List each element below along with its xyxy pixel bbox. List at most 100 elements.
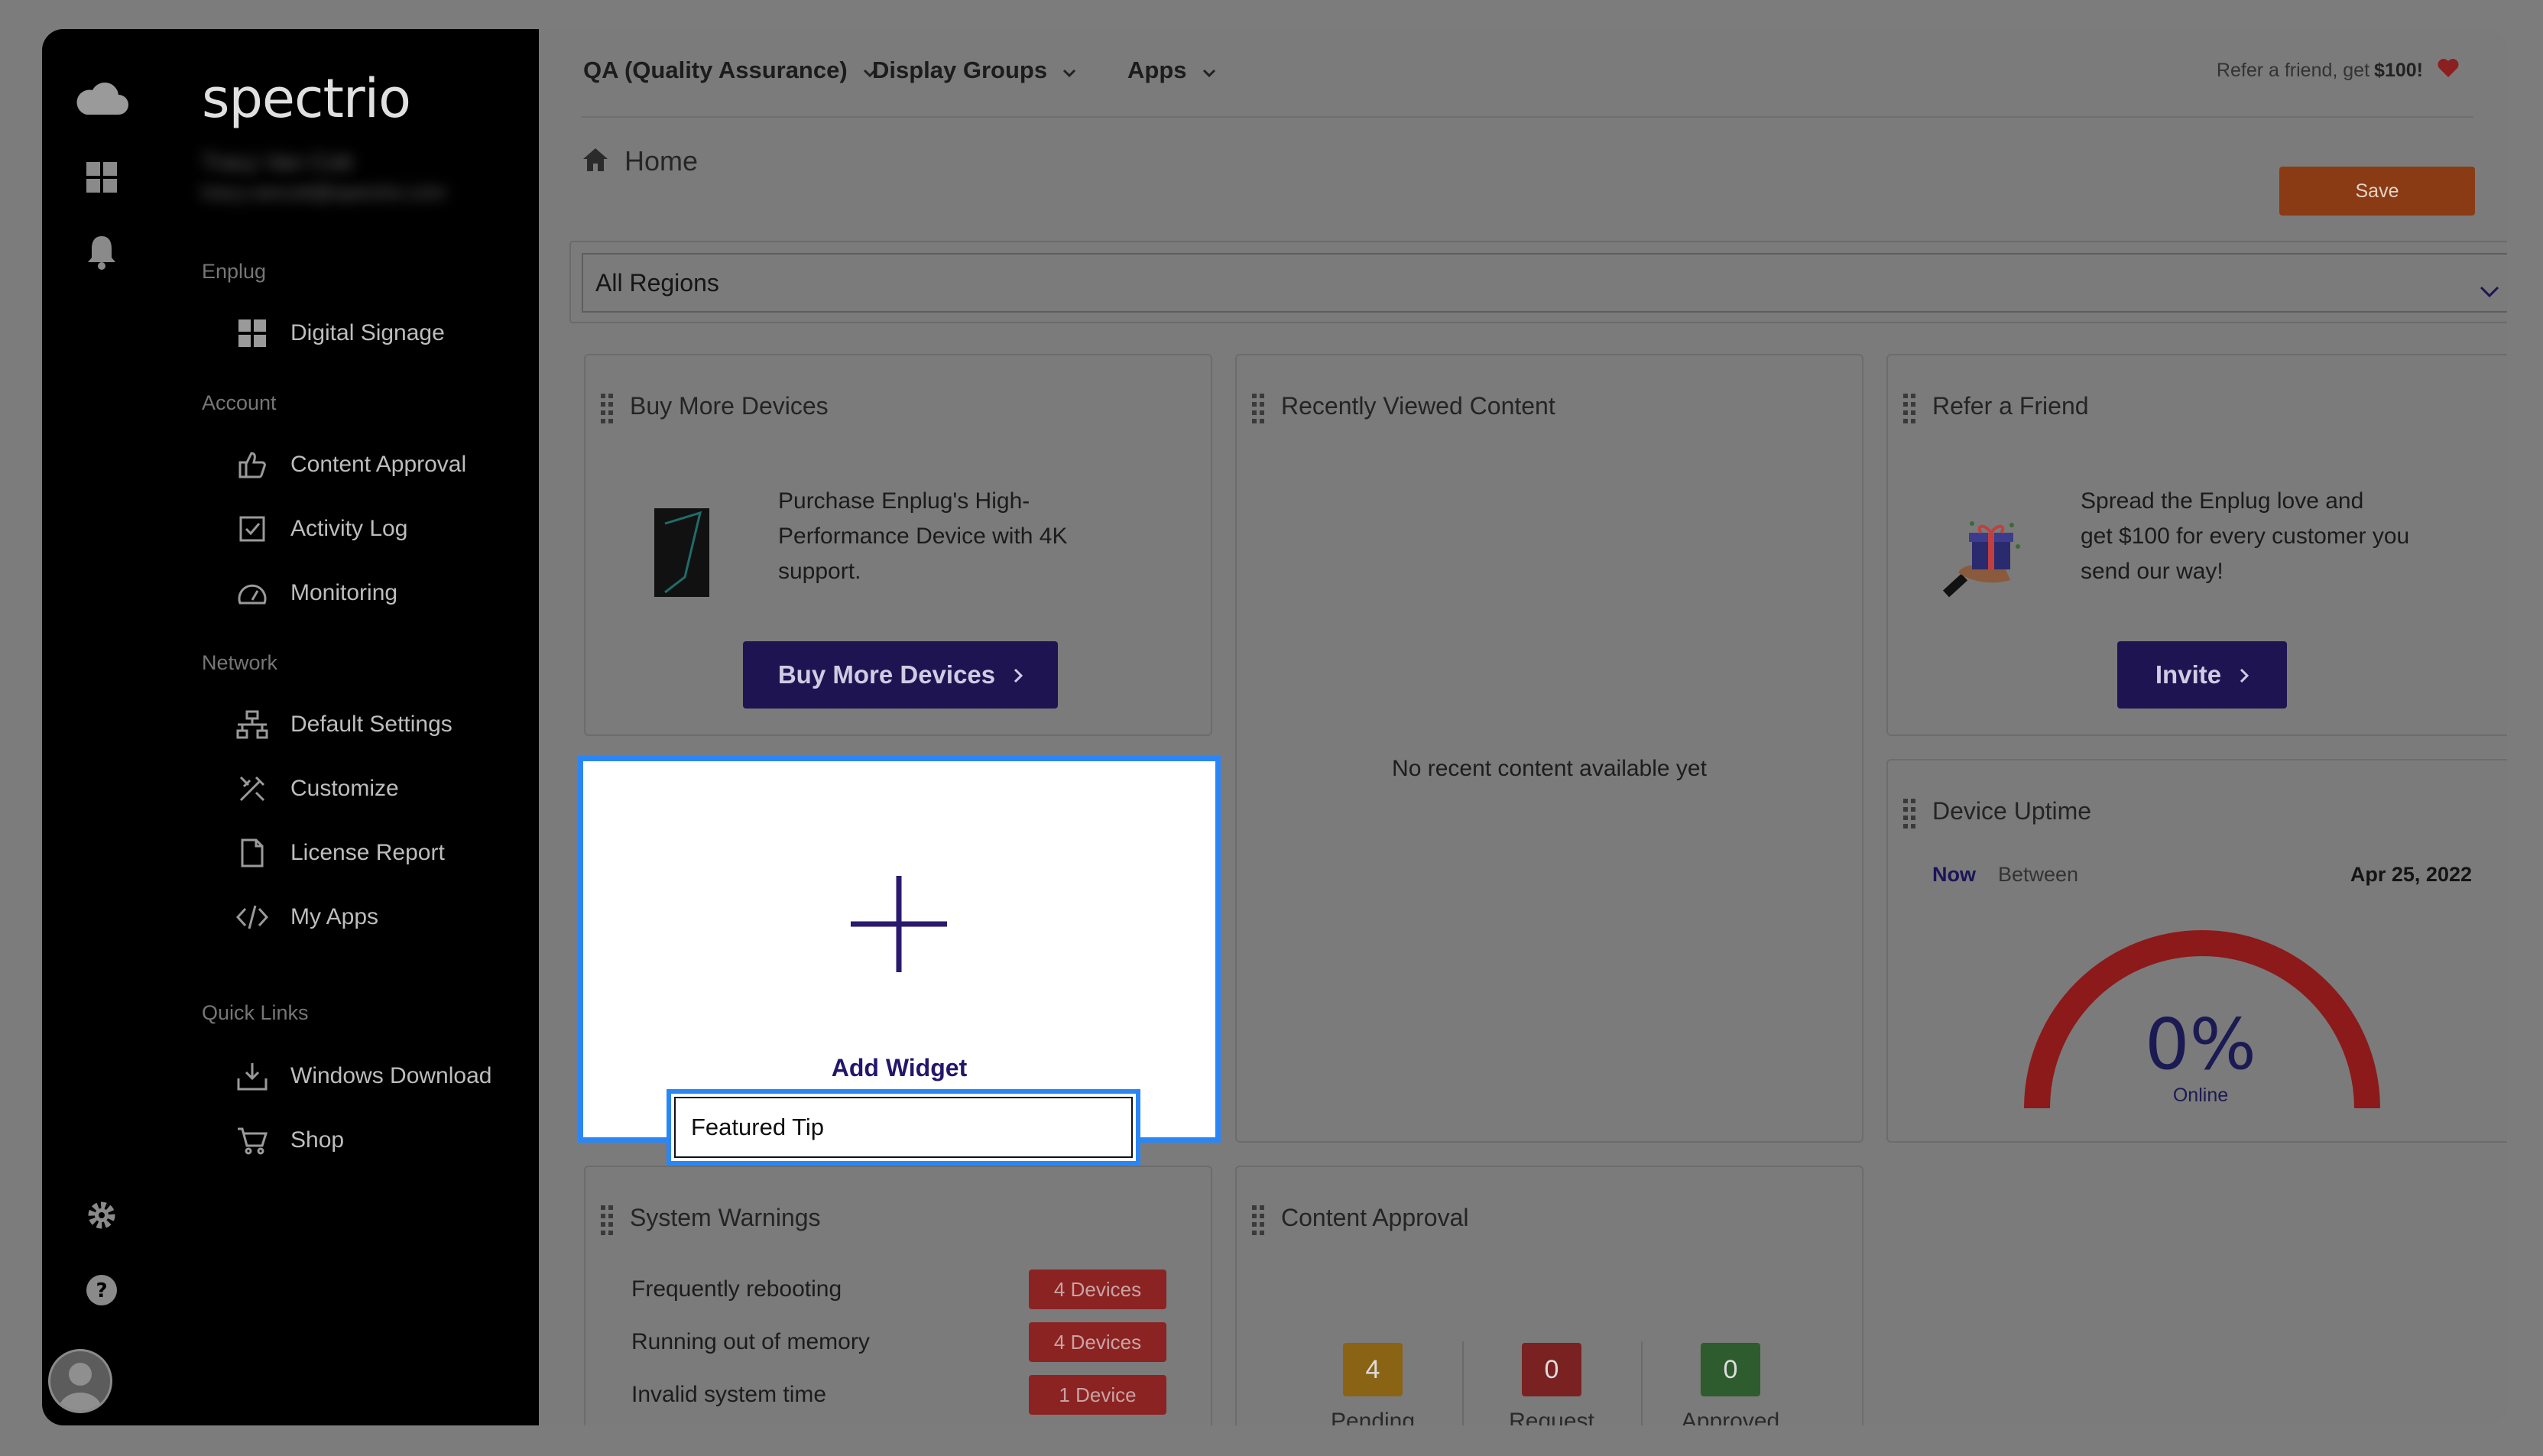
uptime-percent: 0% — [2145, 1004, 2256, 1085]
request-count: 0 — [1522, 1343, 1581, 1396]
recent-content-widget: Recently Viewed Content No recent conten… — [1235, 354, 1863, 1143]
pending-stat[interactable]: 4 Pending — [1296, 1343, 1449, 1425]
apps-menu[interactable]: Apps — [1127, 57, 1216, 84]
help-icon[interactable]: ? — [74, 1263, 129, 1318]
chevron-down-icon — [1062, 57, 1076, 84]
sidebar-item-label: Customize — [290, 776, 399, 801]
warning-label: Running out of memory — [631, 1329, 870, 1354]
sidebar-item-customize[interactable]: Customize — [202, 766, 508, 812]
sidebar-item-content-approval[interactable]: Content Approval — [202, 442, 508, 488]
widget-name-value: Featured Tip — [674, 1097, 1133, 1158]
widget-title-text: System Warnings — [630, 1204, 821, 1231]
divider — [1462, 1341, 1464, 1425]
widget-title-text: Buy More Devices — [630, 392, 829, 420]
divider — [1641, 1341, 1643, 1425]
buy-more-devices-button[interactable]: Buy More Devices — [743, 641, 1058, 709]
widget-title: Device Uptime — [1903, 797, 2091, 829]
list-item[interactable]: Frequently rebooting 4 Devices — [631, 1268, 1166, 1311]
sidebar-item-label: Content Approval — [290, 452, 467, 477]
system-warnings-widget: System Warnings Frequently rebooting 4 D… — [584, 1166, 1212, 1425]
tab-now[interactable]: Now — [1932, 863, 1976, 887]
add-widget-card[interactable]: Add Widget Featured Tip — [578, 756, 1221, 1166]
tab-between[interactable]: Between — [1998, 863, 2078, 887]
chevron-down-icon — [1202, 57, 1216, 84]
brand-logo: spectrio — [202, 67, 411, 130]
pending-count: 4 — [1343, 1343, 1403, 1396]
request-label: Request — [1509, 1409, 1594, 1425]
sidebar-item-default-settings[interactable]: Default Settings — [202, 702, 508, 747]
widget-title-text: Recently Viewed Content — [1281, 392, 1555, 420]
widget-title: Refer a Friend — [1903, 392, 2089, 423]
sidebar-item-label: Digital Signage — [290, 320, 445, 345]
network-icon — [229, 706, 275, 743]
checkbox-icon — [229, 511, 275, 547]
save-button[interactable]: Save — [2279, 167, 2475, 216]
page-title: Home — [624, 145, 699, 177]
approved-stat[interactable]: 0 Approved — [1654, 1343, 1807, 1425]
refer-amount: $100! — [2374, 60, 2423, 81]
dashboard-grid-icon[interactable] — [74, 150, 129, 205]
add-widget-label[interactable]: Add Widget — [583, 1054, 1215, 1082]
display-groups-menu[interactable]: Display Groups — [872, 57, 1076, 84]
region-select[interactable]: All Regions — [582, 253, 2507, 313]
sidebar-item-license-report[interactable]: License Report — [202, 830, 508, 876]
top-bar: QA (Quality Assurance) Display Groups Ap… — [539, 29, 2507, 118]
section-account: Account — [202, 391, 277, 414]
drag-handle-icon[interactable] — [599, 1205, 615, 1242]
org-menu-label: QA (Quality Assurance) — [583, 57, 848, 83]
plus-icon[interactable] — [851, 876, 947, 976]
sidebar-item-label: Monitoring — [290, 580, 398, 605]
request-stat[interactable]: 0 Request — [1475, 1343, 1628, 1425]
user-name: Tracy Van Cott — [202, 150, 352, 175]
sidebar-item-activity-log[interactable]: Activity Log — [202, 506, 508, 552]
gear-icon[interactable] — [74, 1188, 129, 1243]
buy-devices-description: Purchase Enplug's High- Performance Devi… — [778, 488, 1068, 584]
app-window: ? spectrio Tracy Van Cott tracy.vancott@… — [42, 29, 2507, 1425]
cart-icon — [229, 1122, 275, 1159]
code-icon — [229, 899, 275, 936]
avatar[interactable] — [48, 1349, 112, 1413]
cloud-icon[interactable] — [74, 70, 129, 125]
sidebar-item-monitoring[interactable]: Monitoring — [202, 570, 508, 616]
refer-description: Spread the Enplug love and get $100 for … — [2081, 488, 2410, 584]
icon-rail: ? — [42, 29, 162, 1425]
invite-button[interactable]: Invite — [2117, 641, 2287, 709]
refer-link[interactable]: Refer a friend, get $100! — [2217, 58, 2460, 83]
widget-title-text: Content Approval — [1281, 1204, 1469, 1231]
heart-icon — [2437, 58, 2460, 83]
drag-handle-icon[interactable] — [1902, 394, 1917, 430]
drag-handle-icon[interactable] — [599, 394, 615, 430]
sidebar-item-windows-download[interactable]: Windows Download — [202, 1053, 508, 1099]
download-tray-icon — [229, 1058, 275, 1094]
widget-name-input[interactable]: Featured Tip — [667, 1089, 1140, 1166]
grid-icon — [229, 315, 275, 352]
chevron-right-icon — [1014, 660, 1023, 689]
region-select-value: All Regions — [595, 268, 719, 297]
chevron-down-icon — [2480, 276, 2499, 304]
main-area: QA (Quality Assurance) Display Groups Ap… — [539, 29, 2507, 1425]
warning-badge[interactable]: 4 Devices — [1029, 1322, 1166, 1362]
section-enplug: Enplug — [202, 260, 267, 283]
drag-handle-icon[interactable] — [1250, 1205, 1266, 1242]
refer-widget: Refer a Friend Spread the Enplug love an… — [1886, 354, 2507, 736]
widget-title-text: Refer a Friend — [1932, 392, 2089, 420]
sidebar-item-shop[interactable]: Shop — [202, 1117, 508, 1163]
thumbs-up-icon — [229, 446, 275, 483]
sidebar-item-my-apps[interactable]: My Apps — [202, 894, 508, 940]
sidebar-item-digital-signage[interactable]: Digital Signage — [202, 310, 508, 356]
document-icon — [229, 835, 275, 871]
approved-count: 0 — [1701, 1343, 1760, 1396]
warning-badge[interactable]: 4 Devices — [1029, 1270, 1166, 1309]
warning-badge[interactable]: 1 Device — [1029, 1375, 1166, 1415]
widget-title: Content Approval — [1252, 1204, 1469, 1235]
sidebar-item-label: My Apps — [290, 904, 379, 929]
warning-label: Frequently rebooting — [631, 1276, 842, 1302]
list-item[interactable]: Running out of memory 4 Devices — [631, 1321, 1166, 1364]
drag-handle-icon[interactable] — [1250, 394, 1266, 430]
uptime-status: Online — [2172, 1085, 2229, 1106]
list-item[interactable]: Invalid system time 1 Device — [631, 1373, 1166, 1416]
bell-icon[interactable] — [74, 225, 129, 280]
sidebar-item-label: Windows Download — [290, 1063, 492, 1088]
drag-handle-icon[interactable] — [1902, 799, 1917, 835]
org-menu[interactable]: QA (Quality Assurance) — [583, 57, 877, 84]
